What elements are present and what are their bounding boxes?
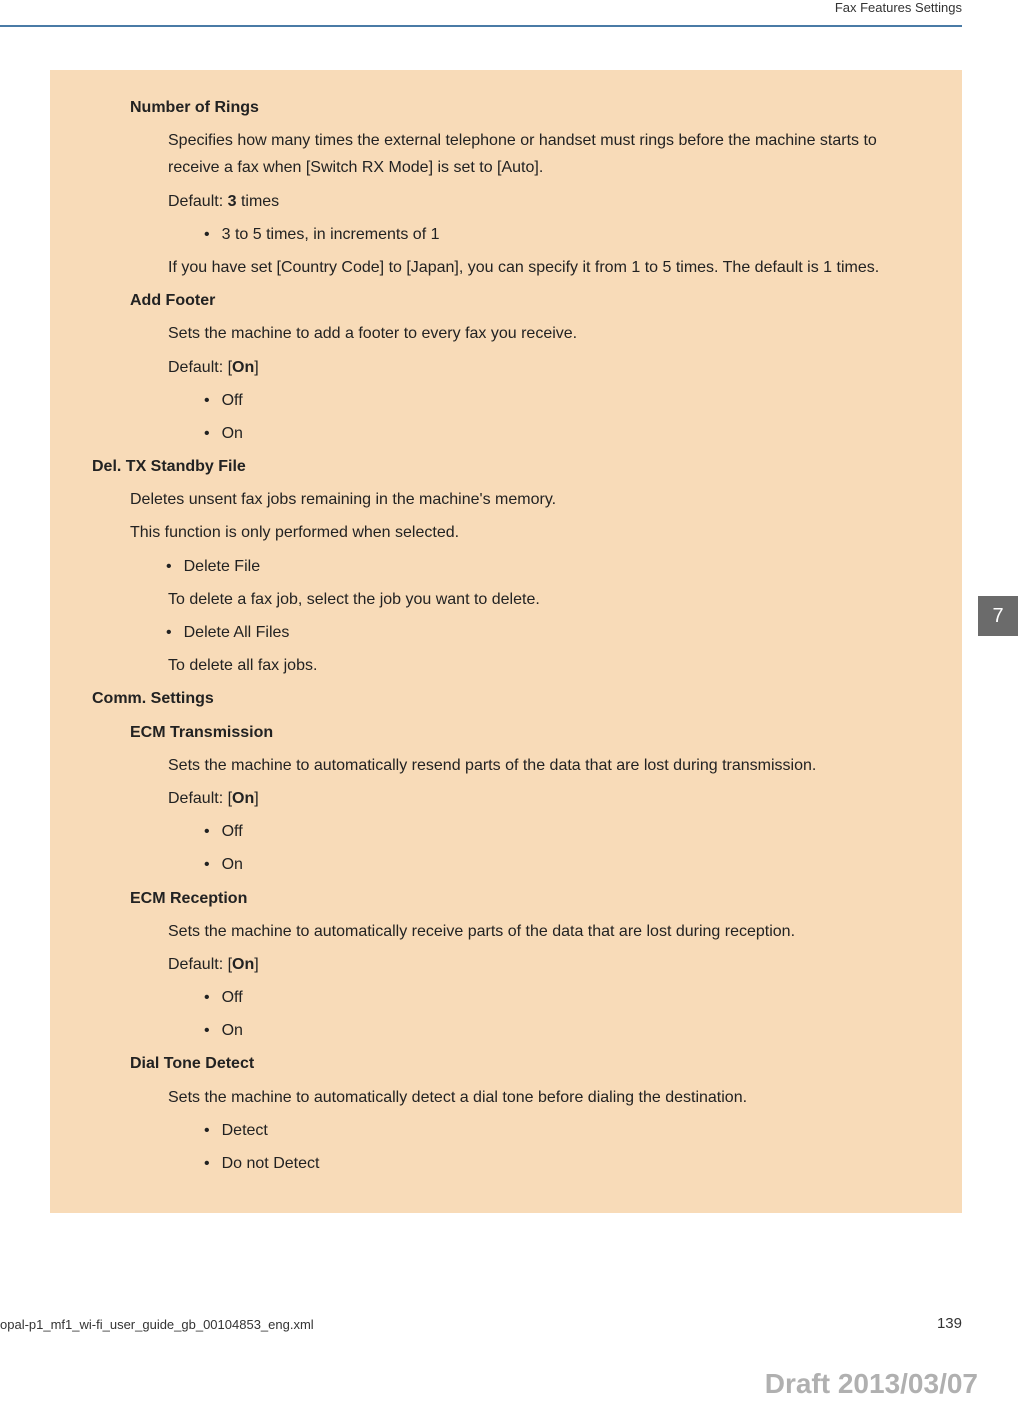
header-rule: [0, 25, 962, 27]
ecmrx-opt2: On: [206, 1017, 932, 1044]
header-section-title: Fax Features Settings: [835, 0, 962, 15]
nor-default-prefix: Default:: [168, 193, 228, 210]
ecmtx-default-suffix: ]: [254, 790, 258, 807]
del-tx-opt2-desc: To delete all fax jobs.: [168, 652, 932, 679]
ecmrx-default-value: On: [232, 956, 254, 973]
del-tx-opt1-desc: To delete a fax job, select the job you …: [168, 586, 932, 613]
af-opt2: On: [206, 420, 932, 447]
ecm-tx-default: Default: [On]: [168, 785, 932, 812]
del-tx-desc1: Deletes unsent fax jobs remaining in the…: [130, 486, 932, 513]
nor-bullet-1-text: 3 to 5 times, in increments of 1: [222, 221, 440, 248]
af-opt2-text: On: [222, 420, 243, 447]
dial-tone-desc: Sets the machine to automatically detect…: [168, 1084, 932, 1111]
nor-default-value: 3: [228, 193, 237, 210]
ecmrx-default-prefix: Default: [: [168, 956, 232, 973]
ecmrx-default-suffix: ]: [254, 956, 258, 973]
content-panel: Number of Rings Specifies how many times…: [50, 70, 962, 1213]
del-tx-opt2-text: Delete All Files: [184, 619, 290, 646]
comm-title: Comm. Settings: [92, 685, 932, 712]
af-opt1-text: Off: [222, 387, 243, 414]
page-number: 139: [937, 1315, 962, 1332]
add-footer-default: Default: [On]: [168, 354, 932, 381]
dt-opt2: Do not Detect: [206, 1150, 932, 1177]
ecmtx-opt2-text: On: [222, 851, 243, 878]
footer-filename: opal-p1_mf1_wi-fi_user_guide_gb_00104853…: [0, 1317, 314, 1332]
af-default-prefix: Default: [: [168, 359, 232, 376]
ecmrx-opt1-text: Off: [222, 984, 243, 1011]
ecm-rx-default: Default: [On]: [168, 951, 932, 978]
del-tx-opt2: Delete All Files: [168, 619, 932, 646]
del-tx-opt1: Delete File: [168, 553, 932, 580]
dt-opt2-text: Do not Detect: [222, 1150, 320, 1177]
ecm-tx-desc: Sets the machine to automatically resend…: [168, 752, 932, 779]
number-of-rings-default: Default: 3 times: [168, 188, 932, 215]
dial-tone-title: Dial Tone Detect: [130, 1050, 932, 1077]
ecmtx-opt1: Off: [206, 818, 932, 845]
del-tx-title: Del. TX Standby File: [92, 453, 932, 480]
nor-bullet-1: 3 to 5 times, in increments of 1: [206, 221, 932, 248]
ecmtx-default-prefix: Default: [: [168, 790, 232, 807]
chapter-tab: 7: [978, 596, 1018, 636]
number-of-rings-title: Number of Rings: [130, 94, 932, 121]
nor-default-suffix: times: [237, 193, 280, 210]
dt-opt1: Detect: [206, 1117, 932, 1144]
ecm-tx-title: ECM Transmission: [130, 719, 932, 746]
ecmrx-opt2-text: On: [222, 1017, 243, 1044]
ecmtx-opt1-text: Off: [222, 818, 243, 845]
number-of-rings-desc: Specifies how many times the external te…: [168, 127, 932, 181]
add-footer-desc: Sets the machine to add a footer to ever…: [168, 320, 932, 347]
ecmrx-opt1: Off: [206, 984, 932, 1011]
del-tx-opt1-text: Delete File: [184, 553, 260, 580]
af-default-suffix: ]: [254, 359, 258, 376]
af-default-value: On: [232, 359, 254, 376]
draft-watermark: Draft 2013/03/07: [765, 1368, 978, 1400]
del-tx-desc2: This function is only performed when sel…: [130, 519, 932, 546]
af-opt1: Off: [206, 387, 932, 414]
nor-note: If you have set [Country Code] to [Japan…: [168, 254, 932, 281]
ecm-rx-title: ECM Reception: [130, 885, 932, 912]
dt-opt1-text: Detect: [222, 1117, 268, 1144]
ecmtx-opt2: On: [206, 851, 932, 878]
ecm-rx-desc: Sets the machine to automatically receiv…: [168, 918, 932, 945]
ecmtx-default-value: On: [232, 790, 254, 807]
add-footer-title: Add Footer: [130, 287, 932, 314]
